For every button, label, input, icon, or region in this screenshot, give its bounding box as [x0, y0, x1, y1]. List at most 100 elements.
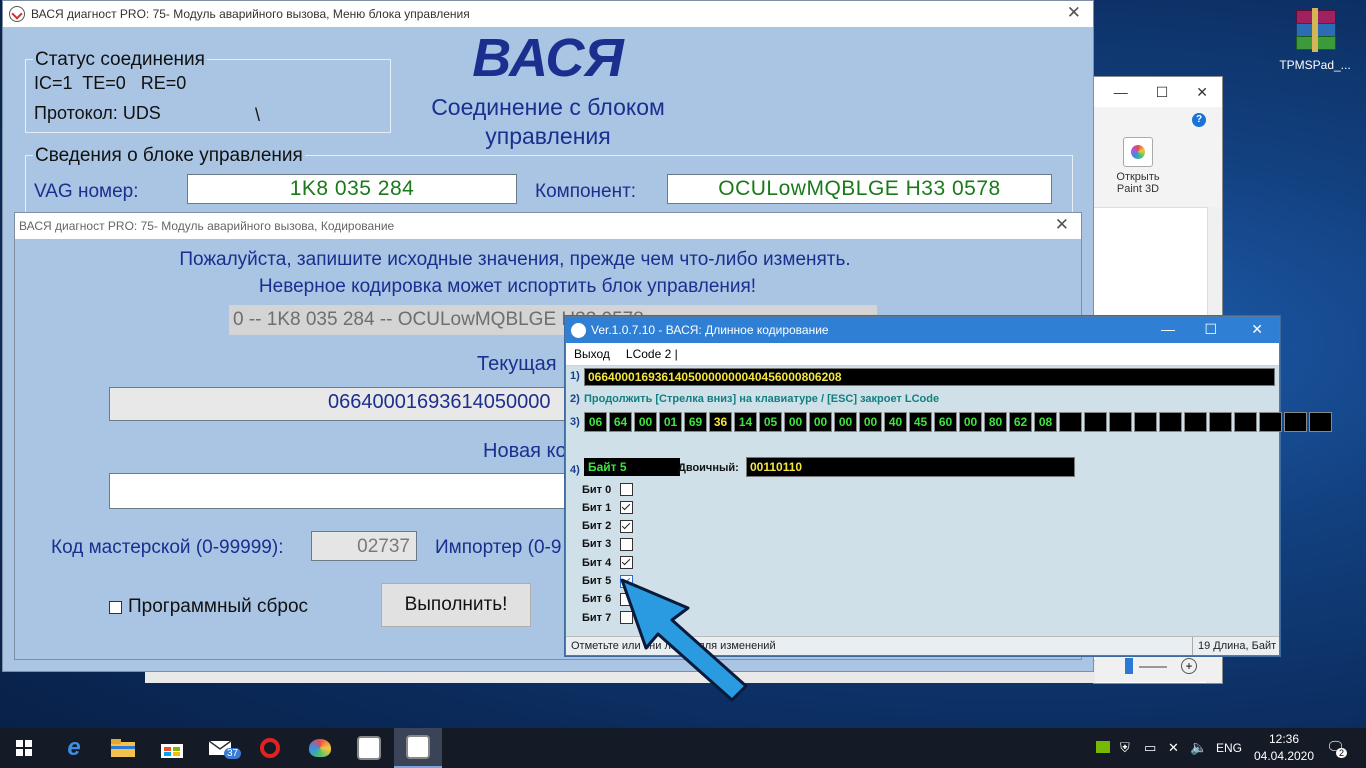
taskbar-mail[interactable]: 37	[198, 728, 246, 768]
bit-checkbox[interactable]	[620, 501, 633, 515]
byte-cell[interactable]: 00	[784, 412, 807, 432]
nvidia-icon[interactable]	[1096, 741, 1110, 753]
menu-exit[interactable]: Выход	[566, 347, 618, 361]
warning-line-2: Неверное кодировка может испортить блок …	[258, 276, 757, 297]
importer-label: Импортер (0-9	[435, 537, 562, 558]
byte-cell[interactable]: 36	[709, 412, 732, 432]
byte-cell[interactable]	[1134, 412, 1157, 432]
reset-checkbox-box[interactable]	[109, 600, 122, 614]
lcode-titlebar: Ver.1.0.7.10 - ВАСЯ: Длинное кодирование…	[566, 317, 1279, 343]
current-coding-field: 06640001693614050000	[109, 387, 571, 421]
paint-palette-icon	[309, 739, 331, 757]
zoom-slider-track[interactable]	[1139, 666, 1167, 668]
byte-cell[interactable]: 08	[1034, 412, 1057, 432]
byte-cell[interactable]	[1059, 412, 1082, 432]
clock-time[interactable]: 12:36	[1264, 732, 1304, 746]
taskbar-vasya-2[interactable]	[394, 728, 442, 768]
bit-checkbox[interactable]	[620, 537, 633, 551]
maximize-icon[interactable]: ☐	[1204, 321, 1217, 338]
start-button[interactable]	[0, 728, 48, 768]
taskbar-paint[interactable]	[296, 728, 344, 768]
activity-spinner: \	[255, 105, 261, 125]
menu-lcode2[interactable]: LCode 2 |	[618, 347, 686, 361]
taskbar-vasya-1[interactable]	[345, 728, 393, 768]
close-icon[interactable]: ✕	[1067, 3, 1081, 23]
byte-cell[interactable]: 64	[609, 412, 632, 432]
binary-label: Двоичный:	[678, 462, 739, 474]
main-title: ВАСЯ диагност PRO: 75- Модуль аварийного…	[31, 7, 470, 21]
minimize-icon[interactable]: —	[1114, 84, 1128, 100]
bit-checkbox[interactable]	[620, 519, 633, 533]
byte-cell[interactable]	[1109, 412, 1132, 432]
execute-button[interactable]: Выполнить!	[381, 583, 531, 627]
open-paint3d-button[interactable]: Открыть Paint 3D	[1106, 137, 1170, 195]
byte-cell[interactable]: 62	[1009, 412, 1032, 432]
byte-cell[interactable]	[1284, 412, 1307, 432]
close-icon[interactable]: ✕	[1196, 84, 1208, 101]
full-coding-string: 0664000169361405000000004045600080620​8	[584, 368, 1275, 386]
byte-cell[interactable]	[1259, 412, 1282, 432]
bit-label: Бит 3	[582, 538, 612, 551]
component-label: Компонент:	[535, 181, 637, 202]
taskbar-explorer[interactable]	[99, 728, 147, 768]
desktop-icon-tpmspad[interactable]: TPMSPad_...	[1275, 8, 1355, 72]
help-icon[interactable]: ?	[1192, 113, 1206, 127]
taskbar-edge[interactable]: e	[50, 728, 98, 768]
defender-icon[interactable]: ⛨	[1120, 740, 1130, 756]
zoom-in-icon[interactable]: +	[1181, 658, 1197, 674]
byte-cell[interactable]: 00	[634, 412, 657, 432]
continue-hint: Продолжить [Стрелка вниз] на клавиатуре …	[584, 393, 940, 405]
volume-icon[interactable]: 🔈	[1190, 739, 1207, 756]
winrar-archive-icon	[1292, 8, 1338, 52]
byte-cell[interactable]: 06	[584, 412, 607, 432]
bit-label: Бит 4	[582, 556, 612, 569]
close-icon[interactable]: ✕	[1251, 321, 1263, 338]
byte-cell[interactable]	[1234, 412, 1257, 432]
byte-cell[interactable]: 60	[934, 412, 957, 432]
taskbar-store[interactable]	[148, 728, 196, 768]
main-titlebar: ВАСЯ диагност PRO: 75- Модуль аварийного…	[3, 1, 1093, 27]
byte-cell[interactable]: 05	[759, 412, 782, 432]
byte-cell[interactable]: 01	[659, 412, 682, 432]
byte-cell[interactable]	[1084, 412, 1107, 432]
byte-cell[interactable]: 80	[984, 412, 1007, 432]
status-line: IC=1 TE=0 RE=0	[34, 73, 187, 93]
network-icon[interactable]: ✕	[1168, 740, 1179, 756]
taskbar-opera[interactable]	[246, 728, 294, 768]
workshop-code-label: Код мастерской (0-99999):	[51, 537, 284, 558]
lcode-title: Ver.1.0.7.10 - ВАСЯ: Длинное кодирование	[591, 323, 829, 337]
bit-row-0[interactable]: Бит 0	[582, 483, 633, 496]
byte-cell[interactable]: 00	[959, 412, 982, 432]
bit-label: Бит 0	[582, 483, 612, 496]
software-reset-checkbox[interactable]: Программный сброс	[109, 596, 308, 618]
byte-cell[interactable]: 45	[909, 412, 932, 432]
byte-cell[interactable]	[1309, 412, 1332, 432]
minimize-icon[interactable]: —	[1161, 321, 1175, 337]
byte-cell[interactable]	[1159, 412, 1182, 432]
app-icon	[571, 322, 586, 338]
vasya-icon	[406, 735, 430, 759]
new-coding-input[interactable]	[109, 473, 571, 509]
component-field: OCULowMQBLGE H33 0578	[667, 174, 1052, 204]
maximize-icon[interactable]: ☐	[1156, 84, 1169, 101]
zoom-slider-thumb[interactable]	[1125, 658, 1133, 674]
bit-row-3[interactable]: Бит 3	[582, 537, 633, 551]
battery-icon[interactable]: ▭	[1144, 740, 1156, 756]
byte-cell[interactable]: 69	[684, 412, 707, 432]
byte-cell[interactable]: 00	[859, 412, 882, 432]
byte-cell[interactable]: 40	[884, 412, 907, 432]
app-icon	[9, 6, 25, 22]
language-indicator[interactable]: ENG	[1216, 741, 1242, 755]
bit-row-1[interactable]: Бит 1	[582, 501, 633, 515]
bit-checkbox[interactable]	[620, 483, 633, 496]
byte-cell[interactable]: 00	[834, 412, 857, 432]
clock-date[interactable]: 04.04.2020	[1252, 749, 1316, 763]
byte-cell[interactable]	[1209, 412, 1232, 432]
byte-cell[interactable]: 00	[809, 412, 832, 432]
bit-row-2[interactable]: Бит 2	[582, 519, 633, 533]
close-icon[interactable]: ✕	[1055, 215, 1069, 235]
byte-cell[interactable]: 14	[734, 412, 757, 432]
explorer-ribbon: ? Открыть Paint 3D	[1094, 107, 1222, 208]
byte-cell[interactable]	[1184, 412, 1207, 432]
workshop-code-input[interactable]: 02737	[311, 531, 417, 561]
